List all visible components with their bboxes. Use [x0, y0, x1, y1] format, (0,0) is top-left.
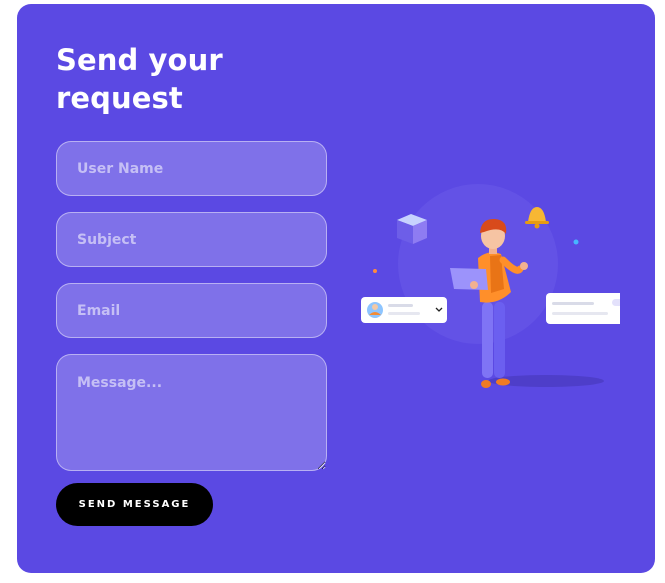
request-form-card: Send your request SEND MESSAGE: [17, 4, 655, 573]
toggle-icon: [612, 299, 620, 306]
decor-dot-blue: [573, 239, 579, 245]
message-textarea[interactable]: [56, 354, 327, 471]
settings-card: [546, 293, 620, 324]
subject-input[interactable]: [56, 212, 327, 267]
username-input[interactable]: [56, 141, 327, 196]
user-card: [361, 297, 447, 323]
cube-icon: [397, 214, 427, 244]
email-input[interactable]: [56, 283, 327, 338]
decor-dot-orange: [373, 269, 377, 273]
send-message-button[interactable]: SEND MESSAGE: [56, 483, 213, 526]
person-with-laptop-illustration: [361, 184, 620, 388]
page-title: Send your request: [56, 43, 223, 115]
